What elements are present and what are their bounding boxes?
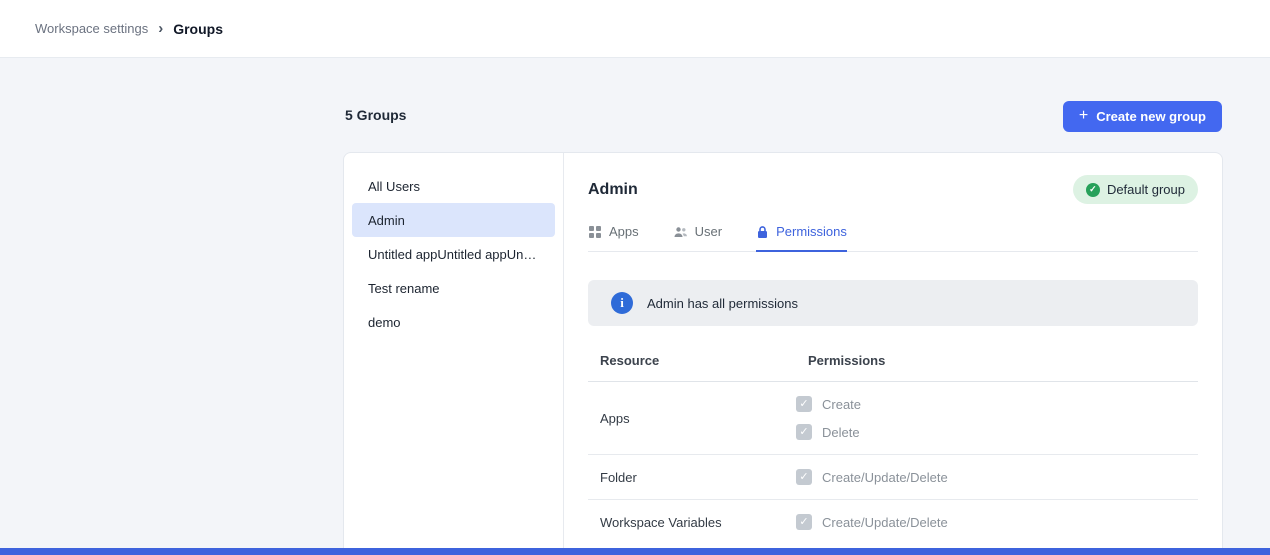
info-banner-text: Admin has all permissions: [647, 296, 798, 311]
permission-label: Delete: [822, 425, 860, 440]
checkbox-checked-disabled[interactable]: ✓: [796, 396, 812, 412]
permissions-table: Resource Permissions Apps ✓ Create ✓ Del…: [588, 344, 1198, 544]
group-item-label: All Users: [368, 179, 420, 194]
plus-icon: +: [1079, 108, 1088, 124]
group-item-all-users[interactable]: All Users: [352, 169, 555, 203]
tab-permissions[interactable]: Permissions: [756, 224, 847, 252]
create-new-group-label: Create new group: [1096, 109, 1206, 124]
permission-label: Create: [822, 397, 861, 412]
permission-apps-create: ✓ Create: [796, 396, 1198, 412]
checkbox-checked-disabled[interactable]: ✓: [796, 424, 812, 440]
permission-workspace-variables-cud: ✓ Create/Update/Delete: [796, 514, 1198, 530]
table-row-apps: Apps ✓ Create ✓ Delete: [588, 382, 1198, 455]
permission-apps-delete: ✓ Delete: [796, 424, 1198, 440]
lock-icon: [756, 225, 769, 239]
create-new-group-button[interactable]: + Create new group: [1063, 101, 1222, 132]
table-row-workspace-variables: Workspace Variables ✓ Create/Update/Dele…: [588, 500, 1198, 544]
info-icon: i: [611, 292, 633, 314]
group-item-label: demo: [368, 315, 401, 330]
table-row-folder: Folder ✓ Create/Update/Delete: [588, 455, 1198, 500]
column-header-permissions: Permissions: [796, 353, 1198, 368]
breadcrumb-current-groups: Groups: [173, 21, 223, 37]
table-header-row: Resource Permissions: [588, 344, 1198, 382]
group-tabs: Apps User: [588, 224, 1198, 252]
group-item-label: Admin: [368, 213, 405, 228]
breadcrumb-workspace-settings[interactable]: Workspace settings: [35, 21, 148, 36]
group-title: Admin: [588, 181, 638, 199]
users-icon: [673, 225, 688, 239]
group-item-label: Untitled appUntitled appUntitle…: [368, 247, 539, 262]
group-list: All Users Admin Untitled appUntitled app…: [344, 153, 564, 555]
tab-apps[interactable]: Apps: [588, 224, 639, 252]
top-bar: Workspace settings › Groups: [0, 0, 1270, 58]
permissions-info-banner: i Admin has all permissions: [588, 280, 1198, 326]
tab-user-label: User: [695, 224, 722, 239]
resource-label: Workspace Variables: [588, 515, 796, 530]
group-item-untitled-app[interactable]: Untitled appUntitled appUntitle…: [352, 237, 555, 271]
check-circle-icon: ✓: [1086, 183, 1100, 197]
permission-folder-cud: ✓ Create/Update/Delete: [796, 469, 1198, 485]
permission-label: Create/Update/Delete: [822, 470, 948, 485]
resource-label: Apps: [588, 411, 796, 426]
tab-user[interactable]: User: [673, 224, 722, 252]
resource-label: Folder: [588, 470, 796, 485]
grid-icon: [588, 225, 602, 239]
group-item-admin[interactable]: Admin: [352, 203, 555, 237]
tab-apps-label: Apps: [609, 224, 639, 239]
tab-permissions-label: Permissions: [776, 224, 847, 239]
column-header-resource: Resource: [588, 353, 796, 368]
checkbox-checked-disabled[interactable]: ✓: [796, 469, 812, 485]
default-group-badge: ✓ Default group: [1073, 175, 1198, 204]
permission-label: Create/Update/Delete: [822, 515, 948, 530]
group-item-label: Test rename: [368, 281, 440, 296]
groups-count-label: 5 Groups: [345, 107, 406, 123]
group-detail-panel: Admin ✓ Default group Apps: [564, 153, 1222, 555]
group-item-demo[interactable]: demo: [352, 305, 555, 339]
bottom-accent-bar: [0, 548, 1270, 555]
groups-card: All Users Admin Untitled appUntitled app…: [343, 152, 1223, 555]
chevron-right-icon: ›: [158, 20, 163, 37]
checkbox-checked-disabled[interactable]: ✓: [796, 514, 812, 530]
default-group-badge-label: Default group: [1107, 182, 1185, 197]
group-item-test-rename[interactable]: Test rename: [352, 271, 555, 305]
